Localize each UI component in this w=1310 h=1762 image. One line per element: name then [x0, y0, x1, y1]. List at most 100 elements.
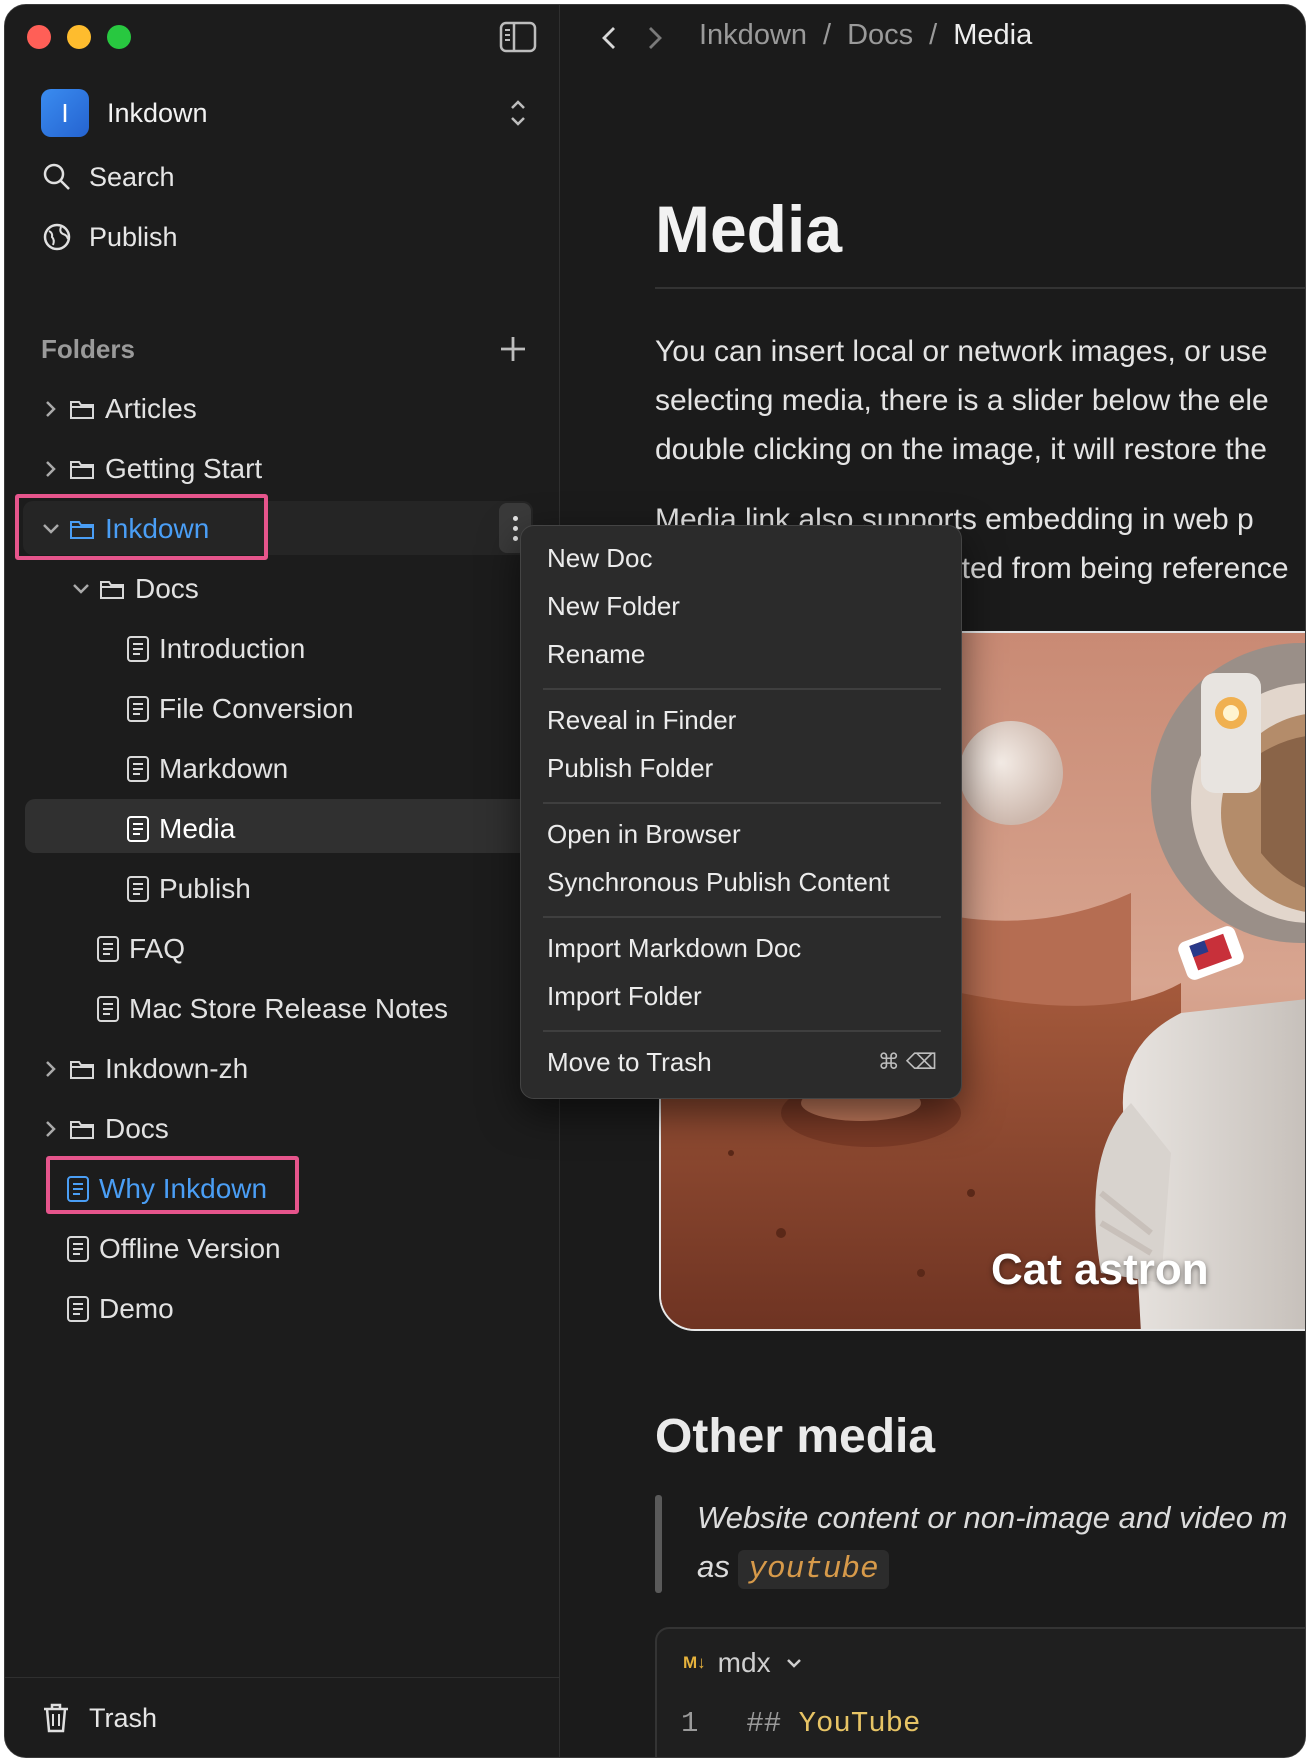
chevron-right-icon: [46, 1061, 56, 1077]
breadcrumb-current: Media: [953, 19, 1033, 51]
back-icon[interactable]: [597, 23, 621, 53]
code-language-selector[interactable]: M↓ mdx: [683, 1647, 805, 1679]
tree-folder-getting-start[interactable]: Getting Start: [39, 443, 262, 495]
document-icon: [127, 816, 149, 842]
add-folder-icon[interactable]: [495, 331, 531, 367]
tree-label: Docs: [105, 1113, 169, 1144]
zoom-window-button[interactable]: [107, 25, 131, 49]
tree-label: Inkdown-zh: [105, 1053, 249, 1084]
breadcrumb-separator: /: [823, 19, 832, 51]
tree-label: Docs: [135, 573, 199, 604]
tree-folder-inkdown-zh[interactable]: Inkdown-zh: [39, 1043, 248, 1095]
trash-button[interactable]: Trash: [41, 1696, 157, 1740]
search-icon: [43, 163, 70, 190]
tree-doc-file-conversion[interactable]: File Conversion: [125, 683, 354, 735]
minimize-window-button[interactable]: [67, 25, 91, 49]
globe-icon: [43, 223, 71, 251]
nav-publish[interactable]: Publish: [41, 215, 178, 259]
menu-item-move-to-trash[interactable]: Move to Trash ⌘ ⌫: [547, 1040, 937, 1084]
markdown-icon: M↓: [683, 1653, 706, 1672]
document-icon: [97, 996, 119, 1022]
blockquote-line-2: as youtube: [697, 1542, 1305, 1594]
menu-item-rename[interactable]: Rename: [547, 632, 645, 676]
trash-icon: [44, 1703, 68, 1733]
code-language: mdx: [717, 1647, 771, 1678]
nav-search[interactable]: Search: [41, 155, 175, 199]
menu-item-reveal-in-finder[interactable]: Reveal in Finder: [547, 698, 736, 742]
tree-label: File Conversion: [159, 693, 354, 724]
folder-icon: [100, 581, 124, 599]
paragraph-line: double clicking on the image, it will re…: [655, 433, 1267, 466]
menu-item-new-doc[interactable]: New Doc: [547, 536, 652, 580]
menu-item-open-in-browser[interactable]: Open in Browser: [547, 812, 741, 856]
page-title[interactable]: Media: [655, 191, 842, 267]
sidebar-toggle-icon[interactable]: [499, 21, 537, 53]
tree-label: Media: [159, 813, 236, 844]
document-icon: [127, 756, 149, 782]
breadcrumb-item[interactable]: Inkdown: [699, 19, 807, 52]
breadcrumb-item[interactable]: Docs: [847, 19, 913, 52]
menu-item-import-folder[interactable]: Import Folder: [547, 974, 702, 1018]
history-nav: [597, 23, 667, 53]
menu-item-sync-publish[interactable]: Synchronous Publish Content: [547, 860, 890, 904]
folder-context-menu: New Doc New Folder Rename Reveal in Find…: [520, 525, 962, 1099]
tree-doc-offline-version[interactable]: Offline Version: [65, 1223, 281, 1275]
paragraph-line: selecting media, there is a slider below…: [655, 384, 1269, 417]
nav-publish-label: Publish: [89, 221, 178, 252]
tree-folder-docs[interactable]: Docs: [69, 563, 199, 615]
chevron-right-icon: [46, 461, 56, 477]
tree-doc-faq[interactable]: FAQ: [95, 923, 185, 975]
tree-doc-publish[interactable]: Publish: [125, 863, 251, 915]
close-window-button[interactable]: [27, 25, 51, 49]
document-icon: [67, 1296, 89, 1322]
line-number: 1: [681, 1707, 699, 1740]
blockquote-line: Website content or non-image and video m: [697, 1500, 1288, 1535]
forward-icon[interactable]: [643, 23, 667, 53]
chevron-down-icon: [786, 1659, 801, 1668]
media-row-active-bg: [25, 799, 545, 853]
document-icon: [67, 1236, 89, 1262]
tree-label: Articles: [105, 393, 197, 424]
paragraph-line: You can insert local or network images, …: [655, 335, 1268, 368]
tree-folder-articles[interactable]: Articles: [39, 383, 197, 435]
code-token-hash: ##: [746, 1707, 782, 1740]
tree-folder-docs-root[interactable]: Docs: [39, 1103, 169, 1155]
sidebar-footer: Trash: [5, 1677, 559, 1757]
keyboard-shortcut: ⌘ ⌫: [877, 1049, 937, 1074]
tree-label: Mac Store Release Notes: [129, 993, 449, 1024]
chevron-down-icon: [73, 584, 89, 594]
trash-label: Trash: [89, 1702, 158, 1733]
chevron-right-icon: [46, 401, 56, 417]
tree-doc-mac-store-release-notes[interactable]: Mac Store Release Notes: [95, 983, 448, 1035]
app-window: I Inkdown Search Publish Folders Article…: [4, 4, 1306, 1758]
document-icon: [127, 636, 149, 662]
menu-divider: [543, 916, 941, 918]
tree-doc-media[interactable]: Media: [125, 803, 235, 855]
paragraph-1[interactable]: You can insert local or network images, …: [655, 327, 1305, 474]
tree-doc-demo[interactable]: Demo: [65, 1283, 174, 1335]
menu-item-import-markdown-doc[interactable]: Import Markdown Doc: [547, 926, 801, 970]
document-icon: [127, 696, 149, 722]
menu-item-publish-folder[interactable]: Publish Folder: [547, 746, 713, 790]
image-caption: Cat astron: [991, 1245, 1209, 1294]
tree-label: Demo: [99, 1293, 174, 1324]
title-divider: [655, 287, 1305, 289]
document-icon: [97, 936, 119, 962]
tree-doc-introduction[interactable]: Introduction: [125, 623, 305, 675]
workspace-switcher[interactable]: I Inkdown: [41, 87, 531, 139]
highlight-box-why-inkdown: [46, 1156, 299, 1214]
tree-label: Introduction: [159, 633, 306, 664]
tree-doc-markdown[interactable]: Markdown: [125, 743, 288, 795]
menu-divider: [543, 1030, 941, 1032]
tree-label: Getting Start: [105, 453, 263, 484]
document-icon: [127, 876, 149, 902]
code-block[interactable]: M↓ mdx 1 ## YouTube 2: [655, 1627, 1305, 1757]
sidebar: I Inkdown Search Publish Folders Article…: [5, 5, 560, 1757]
code-token-heading: YouTube: [798, 1707, 921, 1740]
section-heading[interactable]: Other media: [655, 1409, 935, 1464]
blockquote[interactable]: Website content or non-image and video m…: [697, 1493, 1305, 1594]
tree-label: Publish: [159, 873, 251, 904]
menu-item-new-folder[interactable]: New Folder: [547, 584, 680, 628]
folders-label: Folders: [41, 333, 135, 364]
blockquote-bar: [655, 1495, 662, 1593]
